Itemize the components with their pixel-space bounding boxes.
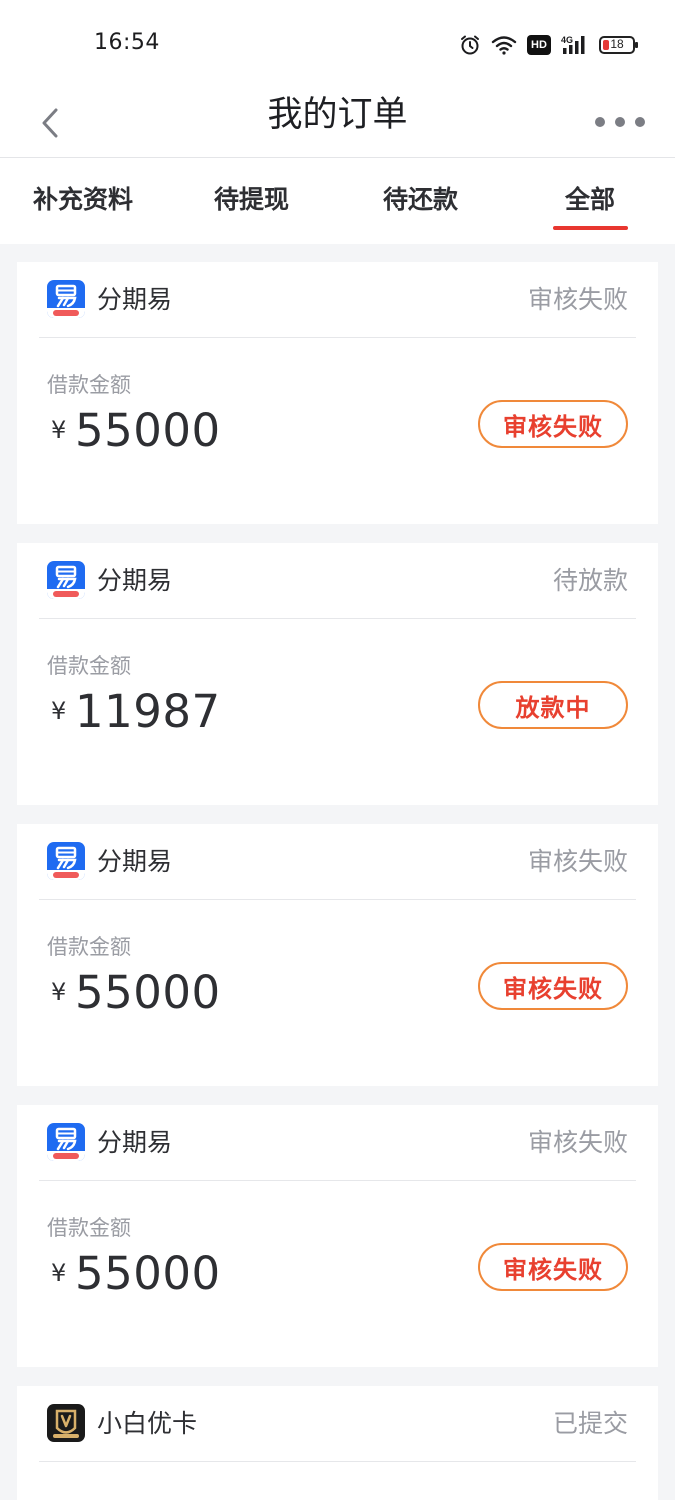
amount-label: 借款金额 [47,935,131,959]
order-card-header: 分期易 审核失败 [17,824,658,900]
svg-text:4G: 4G [561,35,573,45]
divider [39,1461,636,1462]
order-card[interactable]: 分期易 审核失败 借款金额 ¥ 55000 审核失败 [17,262,658,524]
amount-label: 借款金额 [47,373,131,397]
page-title: 我的订单 [267,95,408,135]
divider [39,1180,636,1181]
order-status-button[interactable]: 审核失败 [478,400,628,448]
order-status: 待放款 [552,566,628,595]
order-card-header: 分期易 审核失败 [17,262,658,338]
currency-symbol: ¥ [51,1259,67,1287]
xiaobaiyouka-logo-icon [47,1404,85,1442]
order-status-button[interactable]: 放款中 [478,681,628,729]
loan-amount: 11987 [75,685,221,738]
alarm-icon [461,35,479,55]
amount-label: 借款金额 [47,654,131,678]
hd-icon: HD [527,35,551,55]
loan-amount: 55000 [75,966,221,1019]
app-name: 分期易 [97,847,173,876]
loan-amount: 55000 [75,404,221,457]
active-tab-indicator [553,226,628,230]
tab-all[interactable]: 全部 [565,182,615,218]
fenqiyi-logo-icon [47,1123,85,1161]
order-card-header: 小白优卡 已提交 [17,1386,658,1462]
currency-symbol: ¥ [51,416,67,444]
tab-supplement-info[interactable]: 补充资料 [33,182,133,218]
currency-symbol: ¥ [51,978,67,1006]
battery-text: 18 [610,37,624,51]
order-status: 审核失败 [527,1128,628,1157]
loan-amount: 55000 [75,1247,221,1300]
more-dots-icon [635,117,645,127]
order-status-button[interactable]: 审核失败 [478,1243,628,1291]
order-card[interactable]: 小白优卡 已提交 [17,1386,658,1500]
order-card[interactable]: 分期易 待放款 借款金额 ¥ 11987 放款中 [17,543,658,805]
more-button[interactable] [595,102,645,142]
divider [39,337,636,338]
fenqiyi-logo-icon [47,842,85,880]
battery-icon: 18 [599,36,638,54]
amount-label: 借款金额 [47,1216,131,1240]
order-status: 已提交 [552,1409,628,1438]
status-bar: 16:54 HD 4G 18 [0,0,675,88]
fenqiyi-logo-icon [47,561,85,599]
divider [39,899,636,900]
fenqiyi-logo-icon [47,280,85,318]
tab-bar: 补充资料 待提现 待还款 全部 [0,158,675,244]
signal-icon: 4G [561,35,585,54]
wifi-icon [491,36,517,55]
order-card-header: 分期易 审核失败 [17,1105,658,1181]
app-name: 小白优卡 [97,1409,198,1438]
currency-symbol: ¥ [51,697,67,725]
status-time: 16:54 [94,30,160,55]
order-card-header: 分期易 待放款 [17,543,658,619]
app-name: 分期易 [97,566,173,595]
nav-bar: 我的订单 [0,88,675,158]
app-name: 分期易 [97,1128,173,1157]
tab-pending-withdraw[interactable]: 待提现 [214,182,289,218]
app-name: 分期易 [97,285,173,314]
order-status-button[interactable]: 审核失败 [478,962,628,1010]
order-status: 审核失败 [527,847,628,876]
divider [39,618,636,619]
more-dots-icon [595,117,605,127]
order-card[interactable]: 分期易 审核失败 借款金额 ¥ 55000 审核失败 [17,1105,658,1367]
tab-pending-repay[interactable]: 待还款 [383,182,458,218]
status-icons: HD 4G 18 [459,30,638,60]
order-status: 审核失败 [527,285,628,314]
order-card[interactable]: 分期易 审核失败 借款金额 ¥ 55000 审核失败 [17,824,658,1086]
more-dots-icon [615,117,625,127]
